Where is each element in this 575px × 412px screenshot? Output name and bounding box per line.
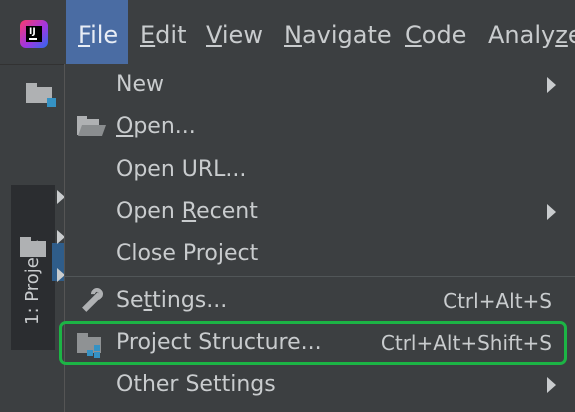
wrench-icon	[77, 285, 106, 316]
left-tool-strip: 1: Project	[0, 65, 70, 412]
menu-navigate[interactable]: Navigate	[284, 0, 392, 64]
project-tool-window-tab[interactable]: 1: Project	[11, 185, 55, 350]
shortcut-label: Ctrl+Alt+S	[443, 289, 552, 313]
menu-item-open-recent[interactable]: Open Recent	[65, 191, 575, 233]
highlight-outline	[59, 321, 567, 365]
folder-icon	[20, 237, 46, 257]
menu-item-other-settings[interactable]: Other Settings	[65, 364, 575, 406]
menu-bar: IJ File Edit View Navigate Code Analyze	[0, 0, 575, 65]
submenu-arrow-icon	[547, 77, 556, 93]
menu-edit[interactable]: Edit	[140, 0, 186, 64]
menu-item-close-project[interactable]: Close Project	[65, 233, 575, 275]
menu-file[interactable]: File	[66, 0, 128, 64]
menu-item-open[interactable]: Open...	[65, 106, 575, 148]
menu-analyze[interactable]: Analyze	[488, 0, 575, 64]
submenu-arrow-icon	[547, 204, 556, 220]
menu-separator	[65, 276, 575, 277]
menu-item-open-url[interactable]: Open URL...	[65, 149, 575, 191]
menu-view[interactable]: View	[206, 0, 263, 64]
menu-item-settings[interactable]: Settings... Ctrl+Alt+S	[65, 280, 575, 322]
open-folder-icon	[77, 116, 107, 138]
intellij-logo-icon: IJ	[20, 20, 48, 48]
project-folder-icon[interactable]	[26, 83, 56, 107]
menu-item-new[interactable]: New	[65, 64, 575, 106]
file-menu-dropdown: New Open... Open URL... Open Recent Clos…	[59, 64, 575, 412]
menu-code[interactable]: Code	[405, 0, 466, 64]
submenu-arrow-icon	[547, 377, 556, 393]
